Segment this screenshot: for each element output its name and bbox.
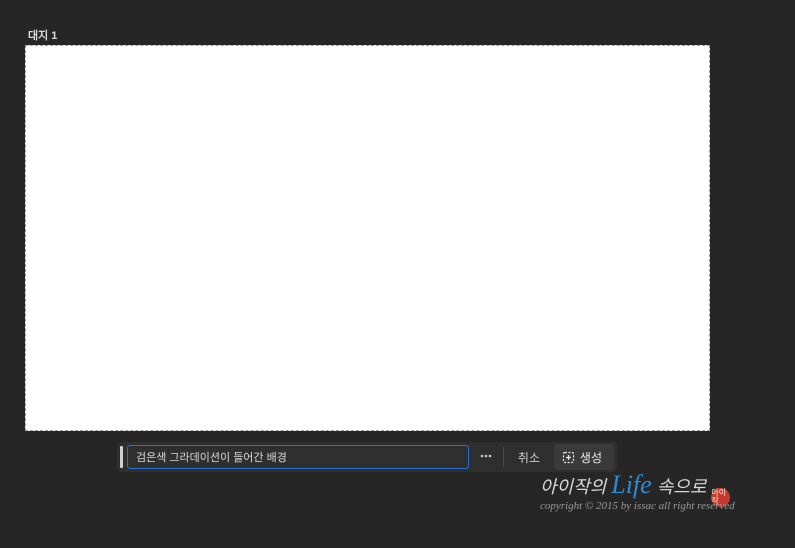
signature-text-1: 아이작의	[540, 473, 606, 499]
divider	[503, 447, 504, 467]
generate-label: 생성	[580, 449, 602, 466]
ellipsis-icon	[479, 449, 493, 466]
artboard-label: 대지 1	[28, 27, 57, 43]
artboard-canvas[interactable]	[25, 45, 710, 431]
prompt-accent	[120, 446, 123, 468]
copyright-text: copyright © 2015 by issac all right rese…	[540, 500, 735, 512]
generate-button[interactable]: 생성	[554, 444, 614, 470]
more-options-button[interactable]	[473, 444, 499, 470]
generate-icon	[562, 451, 575, 464]
signature-text-2: Life	[611, 470, 651, 500]
prompt-bar: 취소 생성	[117, 442, 617, 472]
prompt-input[interactable]	[127, 445, 469, 469]
signature-text-3: 속으로	[657, 473, 707, 499]
cancel-button[interactable]: 취소	[508, 444, 550, 470]
